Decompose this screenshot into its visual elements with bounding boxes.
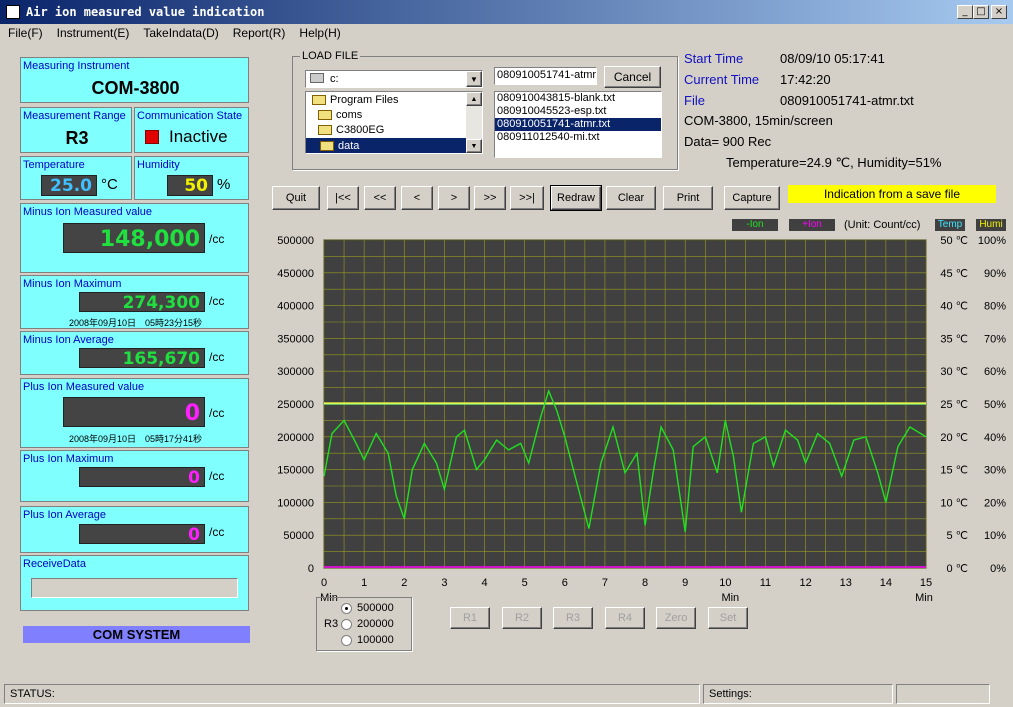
x-tick-label: 7 bbox=[602, 577, 608, 589]
temp-tick-label: 10 ℃ bbox=[940, 497, 968, 509]
humi-tick-label: 20% bbox=[984, 497, 1006, 509]
temp-tick-label: 20 ℃ bbox=[940, 432, 968, 444]
humi-tick-label: 0% bbox=[990, 563, 1006, 575]
status-field: STATUS: bbox=[4, 684, 700, 704]
temp-tick-label: 25 ℃ bbox=[940, 399, 968, 411]
x-tick-label: 1 bbox=[361, 577, 367, 589]
x-tick-label: 14 bbox=[880, 577, 892, 589]
humi-tick-label: 10% bbox=[984, 530, 1006, 542]
temp-tick-label: 0 ℃ bbox=[946, 563, 968, 575]
status-bar: STATUS: Settings: bbox=[0, 682, 1013, 706]
x-tick-label: 12 bbox=[799, 577, 811, 589]
x-tick-label: 9 bbox=[682, 577, 688, 589]
x-tick-label: 13 bbox=[840, 577, 852, 589]
humi-tick-label: 90% bbox=[984, 268, 1006, 280]
x-axis-label: Min bbox=[721, 592, 739, 604]
x-tick-label: 2 bbox=[401, 577, 407, 589]
y-tick-label: 50000 bbox=[283, 530, 314, 542]
range-option-label: 100000 bbox=[357, 634, 394, 646]
zero-button[interactable]: Zero bbox=[656, 607, 696, 629]
humi-tick-label: 30% bbox=[984, 465, 1006, 477]
y-tick-label: 200000 bbox=[277, 432, 314, 444]
settings-field: Settings: bbox=[703, 684, 893, 704]
humi-tick-label: 40% bbox=[984, 432, 1006, 444]
y-tick-label: 150000 bbox=[277, 465, 314, 477]
x-tick-label: 10 bbox=[719, 577, 731, 589]
range-option-200000[interactable]: 200000 bbox=[341, 618, 394, 630]
range-group-label: R3 bbox=[324, 618, 339, 630]
range-option-label: 500000 bbox=[357, 602, 394, 614]
humi-tick-label: 60% bbox=[984, 366, 1006, 378]
r2-button[interactable]: R2 bbox=[502, 607, 542, 629]
status-extra-field bbox=[896, 684, 990, 704]
radio-icon[interactable] bbox=[341, 634, 352, 646]
x-tick-label: 0 bbox=[321, 577, 327, 589]
x-tick-label: 15 bbox=[920, 577, 932, 589]
y-tick-label: 250000 bbox=[277, 399, 314, 411]
radio-checked-icon[interactable] bbox=[341, 602, 352, 614]
y-tick-label: 500000 bbox=[277, 235, 314, 247]
y-tick-label: 450000 bbox=[277, 268, 314, 280]
humi-tick-label: 70% bbox=[984, 333, 1006, 345]
x-axis-label: Min bbox=[915, 592, 933, 604]
range-option-label: 200000 bbox=[357, 618, 394, 630]
humi-tick-label: 100% bbox=[978, 235, 1006, 247]
temp-tick-label: 15 ℃ bbox=[940, 465, 968, 477]
r1-button[interactable]: R1 bbox=[450, 607, 490, 629]
range-option-500000[interactable]: 500000 bbox=[341, 602, 394, 614]
x-tick-label: 5 bbox=[522, 577, 528, 589]
x-tick-label: 4 bbox=[481, 577, 487, 589]
r3-button[interactable]: R3 bbox=[553, 607, 593, 629]
range-option-100000[interactable]: 100000 bbox=[341, 634, 394, 646]
temp-tick-label: 45 ℃ bbox=[940, 268, 968, 280]
y-tick-label: 0 bbox=[308, 563, 314, 575]
humi-tick-label: 50% bbox=[984, 399, 1006, 411]
r4-button[interactable]: R4 bbox=[605, 607, 645, 629]
x-tick-label: 3 bbox=[441, 577, 447, 589]
temp-tick-label: 50 ℃ bbox=[940, 235, 968, 247]
humi-tick-label: 80% bbox=[984, 301, 1006, 313]
range-group: R3 500000 200000 100000 bbox=[316, 597, 412, 651]
y-tick-label: 350000 bbox=[277, 333, 314, 345]
temp-tick-label: 35 ℃ bbox=[940, 333, 968, 345]
set-button[interactable]: Set bbox=[708, 607, 748, 629]
x-tick-label: 8 bbox=[642, 577, 648, 589]
y-tick-label: 100000 bbox=[277, 497, 314, 509]
temp-tick-label: 5 ℃ bbox=[946, 530, 968, 542]
radio-icon[interactable] bbox=[341, 618, 352, 630]
temp-tick-label: 30 ℃ bbox=[940, 366, 968, 378]
x-tick-label: 6 bbox=[562, 577, 568, 589]
x-tick-label: 11 bbox=[760, 577, 771, 589]
temp-tick-label: 40 ℃ bbox=[940, 301, 968, 313]
y-tick-label: 300000 bbox=[277, 366, 314, 378]
ion-chart: 5000004500004000003500003000002500002000… bbox=[277, 235, 1006, 604]
y-tick-label: 400000 bbox=[277, 301, 314, 313]
